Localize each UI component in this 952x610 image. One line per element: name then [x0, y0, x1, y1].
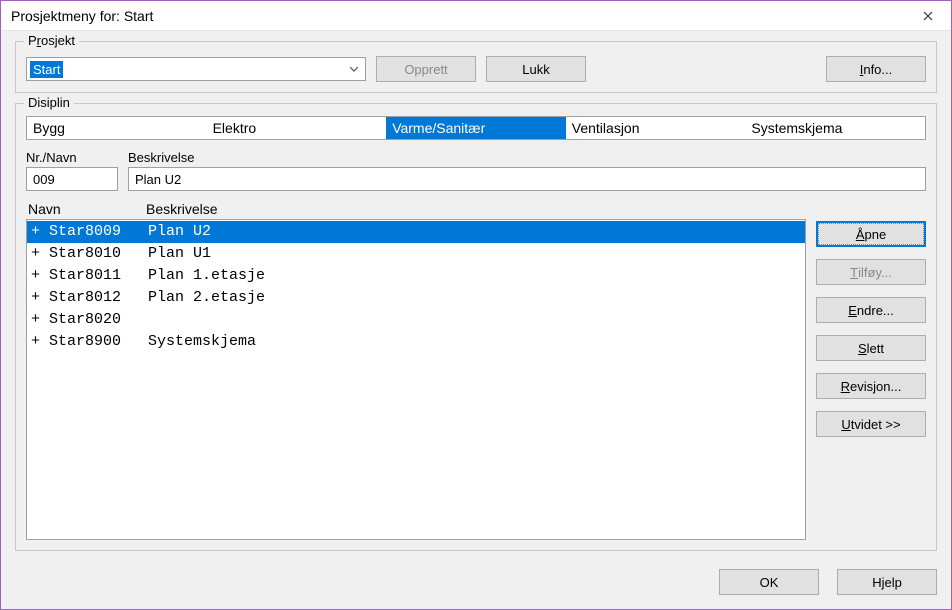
- revisjon-button[interactable]: Revisjon...: [816, 373, 926, 399]
- hjelp-button[interactable]: Hjelp: [837, 569, 937, 595]
- list-item[interactable]: + Star8011 Plan 1.etasje: [27, 265, 805, 287]
- lukk-button[interactable]: Lukk: [486, 56, 586, 82]
- ok-button[interactable]: OK: [719, 569, 819, 595]
- endre-button[interactable]: Endre...: [816, 297, 926, 323]
- disiplin-tabs: ByggElektroVarme/SanitærVentilasjonSyste…: [26, 116, 926, 140]
- disiplin-tab[interactable]: Bygg: [27, 117, 207, 139]
- apne-button[interactable]: Åpne: [816, 221, 926, 247]
- disiplin-tab[interactable]: Systemskjema: [745, 117, 925, 139]
- dialog-window: Prosjektmeny for: Start Prosjekt Start O…: [0, 0, 952, 610]
- close-button[interactable]: [905, 1, 951, 31]
- nr-label: Nr./Navn: [26, 150, 118, 165]
- tilfoy-button: Tilføy...: [816, 259, 926, 285]
- disiplin-tab[interactable]: Elektro: [207, 117, 387, 139]
- list-header-navn: Navn: [26, 201, 146, 217]
- opprett-button: Opprett: [376, 56, 476, 82]
- nr-input[interactable]: [26, 167, 118, 191]
- list-item[interactable]: + Star8010 Plan U1: [27, 243, 805, 265]
- beskrivelse-input[interactable]: [128, 167, 926, 191]
- list-header-beskrivelse: Beskrivelse: [146, 201, 806, 217]
- titlebar: Prosjektmeny for: Start: [1, 1, 951, 31]
- chevron-down-icon: [345, 60, 363, 78]
- prosjekt-legend: Prosjekt: [24, 33, 79, 48]
- disiplin-group: Disiplin ByggElektroVarme/SanitærVentila…: [15, 103, 937, 551]
- disiplin-legend: Disiplin: [24, 95, 74, 110]
- info-button[interactable]: Info...: [826, 56, 926, 82]
- prosjekt-combo[interactable]: Start: [26, 57, 366, 81]
- slett-button[interactable]: Slett: [816, 335, 926, 361]
- close-icon: [923, 11, 933, 21]
- dialog-footer: OK Hjelp: [1, 559, 951, 609]
- utvidet-button[interactable]: Utvidet >>: [816, 411, 926, 437]
- list-item[interactable]: + Star8009 Plan U2: [27, 221, 805, 243]
- prosjekt-value: Start: [30, 61, 63, 78]
- file-list[interactable]: + Star8009 Plan U2+ Star8010 Plan U1+ St…: [26, 219, 806, 540]
- list-item[interactable]: + Star8900 Systemskjema: [27, 331, 805, 353]
- prosjekt-group: Prosjekt Start Opprett Lukk Info...: [15, 41, 937, 93]
- list-item[interactable]: + Star8020: [27, 309, 805, 331]
- window-title: Prosjektmeny for: Start: [11, 8, 153, 24]
- disiplin-tab[interactable]: Ventilasjon: [566, 117, 746, 139]
- disiplin-tab[interactable]: Varme/Sanitær: [386, 117, 566, 139]
- list-item[interactable]: + Star8012 Plan 2.etasje: [27, 287, 805, 309]
- beskrivelse-label: Beskrivelse: [128, 150, 926, 165]
